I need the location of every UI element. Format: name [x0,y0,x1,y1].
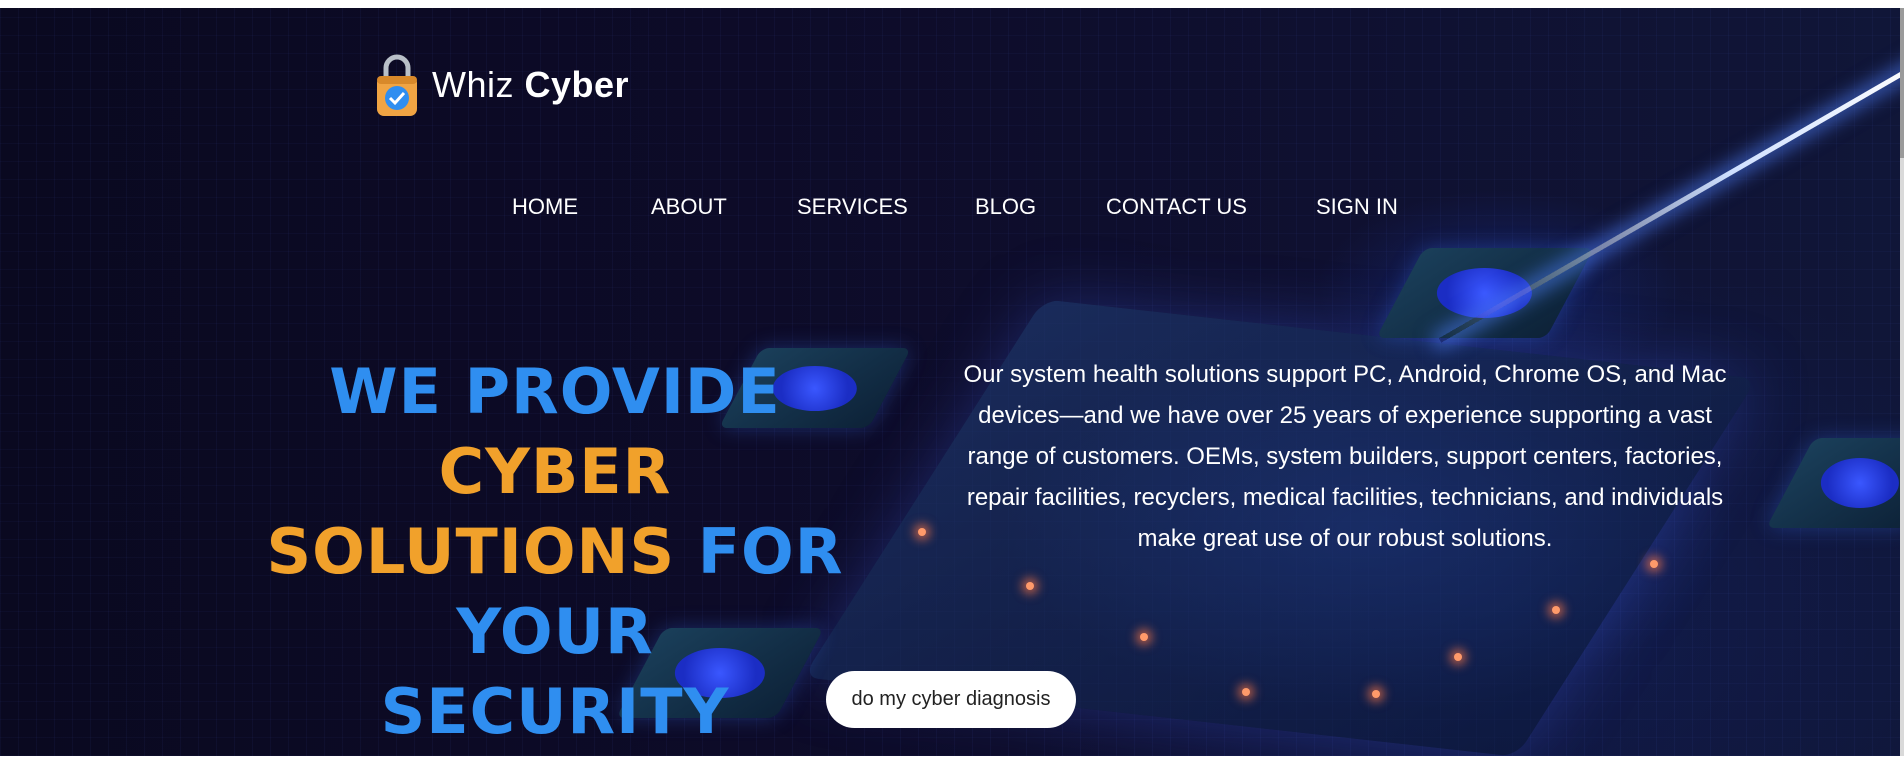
glow-dot [1140,633,1148,641]
glow-dot [1242,688,1250,696]
headline-part-3: SOLUTIONS [266,515,698,588]
hero-headline: WE PROVIDE CYBER SOLUTIONS FOR YOUR SECU… [210,352,900,752]
chip-graphic [1766,438,1900,528]
nav-home[interactable]: HOME [512,194,578,220]
nav-contact-us[interactable]: CONTACT US [1106,194,1247,220]
glow-dot [1454,653,1462,661]
glow-dot [1650,560,1658,568]
cyber-diagnosis-button[interactable]: do my cyber diagnosis [826,671,1076,728]
headline-part-1: WE PROVIDE [329,355,781,428]
glow-dot [1372,690,1380,698]
headline-part-2: CYBER [438,435,672,508]
brand-name-light: Whiz [432,64,514,105]
brand-name: Whiz Cyber [432,64,629,106]
hero-description: Our system health solutions support PC, … [963,361,1727,552]
nav-sign-in[interactable]: SIGN IN [1316,194,1398,220]
glow-dot [918,528,926,536]
hero-section: Whiz Cyber HOME ABOUT SERVICES BLOG CONT… [0,8,1900,756]
brand-logo[interactable]: Whiz Cyber [374,52,629,118]
nav-blog[interactable]: BLOG [975,194,1036,220]
headline-part-5: SECURITY [380,675,730,748]
scrollbar-thumb[interactable] [1900,8,1904,158]
padlock-shield-icon [377,54,417,116]
main-navigation: HOME ABOUT SERVICES BLOG CONTACT US SIGN… [0,194,1900,224]
brand-name-bold: Cyber [524,64,630,105]
glow-dot [1552,606,1560,614]
glow-dot [1026,582,1034,590]
nav-about[interactable]: ABOUT [651,194,727,220]
nav-services[interactable]: SERVICES [797,194,908,220]
chip-graphic [1376,248,1594,338]
